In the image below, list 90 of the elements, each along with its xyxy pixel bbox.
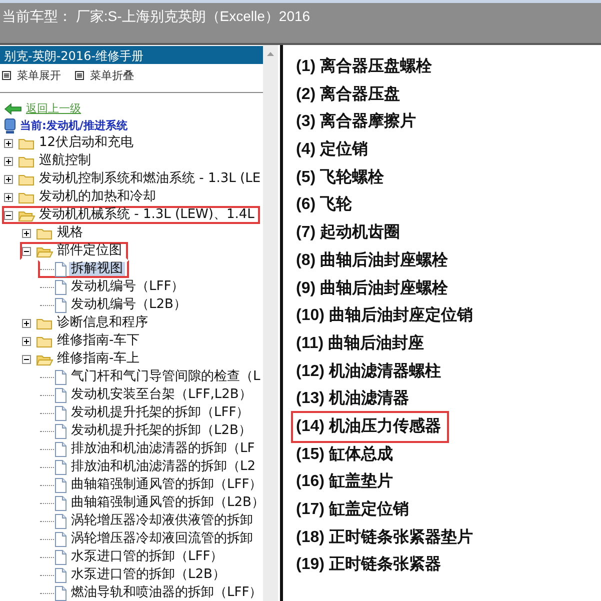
document-icon xyxy=(54,460,67,474)
back-link[interactable]: 返回上一级 xyxy=(26,101,81,116)
plus-icon xyxy=(4,174,13,184)
tree-item[interactable]: 发动机提升托架的拆卸（LFF） xyxy=(69,406,252,420)
part-label: (15) 缸体总成 xyxy=(295,444,394,465)
document-icon xyxy=(54,262,67,276)
tree-item[interactable]: 发动机的加热和冷却 xyxy=(37,190,158,204)
document-icon xyxy=(54,370,67,384)
folder-icon xyxy=(18,136,35,150)
part-label: (6) 飞轮 xyxy=(295,194,353,216)
current-path: 当前:发动机/推进系统 xyxy=(20,118,128,133)
open-folder-icon xyxy=(18,208,35,222)
document-icon xyxy=(54,388,67,402)
part-label: (12) 机油滤清器螺柱 xyxy=(295,362,442,382)
document-icon xyxy=(54,298,67,312)
document-icon xyxy=(54,514,67,528)
open-folder-icon xyxy=(36,352,53,366)
part-label: (8) 曲轴后油封座螺栓 xyxy=(295,250,449,271)
part-label: (13) 机油滤清器 xyxy=(295,388,410,410)
plus-icon xyxy=(22,318,31,328)
computer-icon xyxy=(4,118,16,134)
part-label: (17) 缸盖定位销 xyxy=(295,499,410,520)
tree-item[interactable]: 排放油和机油滤清器的拆卸（L2 xyxy=(69,460,258,474)
part-label: (19) 正时链条张紧器 xyxy=(295,554,442,576)
document-icon xyxy=(54,478,67,492)
folder-icon xyxy=(18,190,35,204)
part-label: (5) 飞轮螺栓 xyxy=(295,168,385,188)
part-label: (4) 定位销 xyxy=(295,139,369,160)
tree-item[interactable]: 曲轴箱强制通风管的拆卸（L2B） xyxy=(69,496,263,510)
minus-icon xyxy=(22,246,31,256)
minus-icon xyxy=(22,354,31,364)
part-label: (11) 曲轴后油封座 xyxy=(295,333,426,354)
tree-item[interactable]: 诊断信息和程序 xyxy=(55,316,150,330)
scrollbar[interactable] xyxy=(263,45,278,601)
tree-item[interactable]: 发动机编号（LFF） xyxy=(69,280,186,294)
tree-item[interactable]: 燃油导轨和喷油器的拆卸（LFF） xyxy=(69,586,263,600)
tree-item[interactable]: 维修指南-车上 xyxy=(55,352,142,366)
folder-icon xyxy=(36,226,53,240)
document-icon xyxy=(54,280,67,294)
part-label: (18) 正时链条张紧器垫片 xyxy=(295,528,474,548)
tree-item[interactable]: 气门杆和气门导管间隙的检查（L xyxy=(69,370,262,384)
tree-item[interactable]: 水泵进口管的拆卸（L2B） xyxy=(69,568,228,582)
part-label: (10) 曲轴后油封座定位销 xyxy=(295,305,474,326)
tree-item[interactable]: 发动机编号（L2B） xyxy=(69,298,188,312)
part-label: (7) 起动机齿圈 xyxy=(295,222,401,244)
document-icon xyxy=(54,496,67,510)
folder-icon xyxy=(18,154,35,168)
part-label: (16) 缸盖垫片 xyxy=(295,471,394,492)
document-icon xyxy=(54,424,67,438)
tree-item[interactable]: 12伏启动和充电 xyxy=(37,136,136,150)
tree-item[interactable]: 拆解视图 xyxy=(69,262,125,276)
plus-icon xyxy=(4,138,13,148)
part-label: (1) 离合器压盘螺栓 xyxy=(295,56,433,77)
open-folder-icon xyxy=(36,244,53,258)
minus-icon xyxy=(4,210,13,220)
part-label: (2) 离合器压盘 xyxy=(295,84,401,105)
menu-toggle-link[interactable]: 菜单折叠 xyxy=(75,68,134,83)
tree-item[interactable]: 排放油和机油滤清器的拆卸（LF xyxy=(69,442,257,456)
tree-item[interactable]: 发动机安装至台架（LFF,L2B） xyxy=(69,388,254,402)
tree-item[interactable]: 水泵进口管的拆卸（LFF） xyxy=(69,550,226,564)
part-label: (3) 离合器摩擦片 xyxy=(295,111,417,132)
plus-icon xyxy=(4,156,13,166)
tree-item[interactable]: 曲轴箱强制通风管的拆卸（LFF） xyxy=(69,478,263,492)
menu-toggle-link[interactable]: 菜单展开 xyxy=(2,68,61,83)
tree-item[interactable]: 部件定位图 xyxy=(55,244,124,258)
document-icon xyxy=(54,406,67,420)
back-arrow-icon xyxy=(4,102,22,114)
document-icon xyxy=(54,550,67,564)
tree-item[interactable]: 涡轮增压器冷却液供液管的拆卸 xyxy=(69,514,255,528)
list-icon xyxy=(75,71,84,80)
manual-title: 别克-英朗-2016-维修手册 xyxy=(0,46,263,64)
plus-icon xyxy=(4,192,13,202)
folder-icon xyxy=(36,334,53,348)
part-label: (9) 曲轴后油封座螺栓 xyxy=(295,278,449,298)
vehicle-model-label: 当前车型： 厂家:S-上海别克英朗（Excelle）2016 xyxy=(2,8,310,24)
tree-item[interactable]: 巡航控制 xyxy=(37,154,93,168)
tree-item[interactable]: 发动机提升托架的拆卸（L2B） xyxy=(69,424,254,438)
folder-icon xyxy=(18,172,35,186)
part-label: (14) 机油压力传感器 xyxy=(293,412,447,441)
tree-item[interactable]: 发动机机械系统 - 1.3L (LEW)、1.4L xyxy=(37,208,256,222)
plus-icon xyxy=(22,228,31,238)
plus-icon xyxy=(22,336,31,346)
document-icon xyxy=(54,568,67,582)
folder-icon xyxy=(36,316,53,330)
document-icon xyxy=(54,532,67,546)
tree-item[interactable]: 规格 xyxy=(55,226,85,240)
tree-item[interactable]: 涡轮增压器冷却液回流管的拆卸 xyxy=(69,532,255,546)
tree-item[interactable]: 维修指南-车下 xyxy=(55,334,142,348)
document-icon xyxy=(54,442,67,456)
tree-item[interactable]: 发动机控制系统和燃油系统 - 1.3L (LE xyxy=(37,172,263,186)
